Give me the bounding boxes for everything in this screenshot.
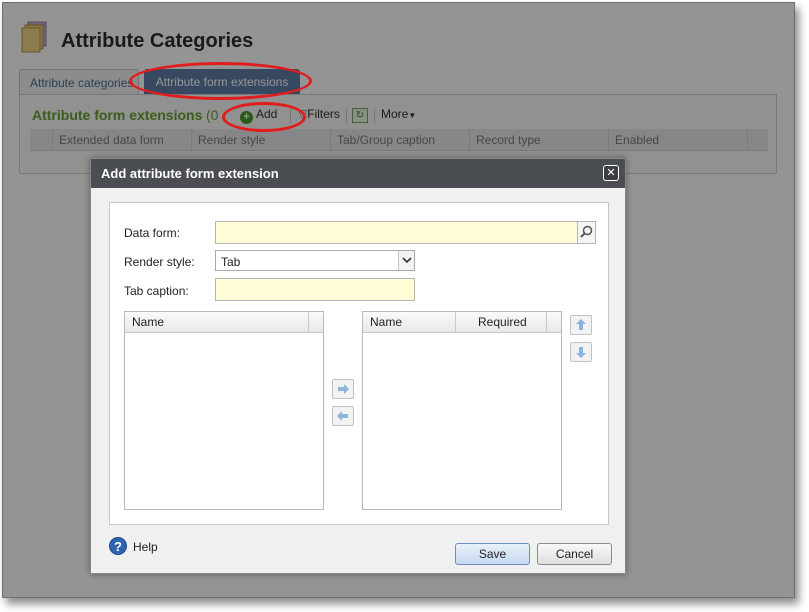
help-link[interactable]: Help bbox=[133, 540, 158, 554]
cancel-button[interactable]: Cancel bbox=[537, 543, 612, 565]
annotation-highlight-add bbox=[222, 102, 306, 132]
arrow-up-icon bbox=[576, 319, 586, 330]
render-style-label: Render style: bbox=[124, 255, 195, 269]
list-header: Name Required bbox=[363, 312, 561, 333]
column-divider bbox=[455, 312, 456, 333]
move-right-button[interactable] bbox=[332, 379, 354, 399]
column-divider bbox=[546, 312, 547, 333]
dialog-titlebar: Add attribute form extension ✕ bbox=[91, 159, 625, 188]
screenshot-frame: Attribute Categories Attribute categorie… bbox=[2, 2, 795, 598]
data-form-input[interactable] bbox=[215, 221, 578, 244]
required-column-header[interactable]: Required bbox=[471, 312, 527, 333]
help-icon[interactable]: ? bbox=[109, 537, 127, 555]
close-icon[interactable]: ✕ bbox=[603, 165, 619, 181]
arrow-left-icon bbox=[337, 411, 348, 421]
dialog-form: Data form: Render style: Tab Tab caption… bbox=[109, 202, 609, 525]
data-form-label: Data form: bbox=[124, 226, 181, 240]
arrow-right-icon bbox=[338, 384, 349, 394]
selected-fields-list[interactable]: Name Required bbox=[362, 311, 562, 510]
move-up-button[interactable] bbox=[570, 315, 592, 335]
annotation-highlight-tab bbox=[129, 62, 312, 100]
list-header: Name bbox=[125, 312, 323, 333]
move-left-button[interactable] bbox=[332, 406, 354, 426]
tab-caption-label: Tab caption: bbox=[124, 284, 189, 298]
chevron-down-icon[interactable] bbox=[398, 251, 414, 270]
available-fields-list[interactable]: Name bbox=[124, 311, 324, 510]
render-style-value: Tab bbox=[221, 255, 241, 269]
render-style-select[interactable]: Tab bbox=[215, 250, 415, 271]
arrow-down-icon bbox=[576, 347, 586, 358]
add-extension-dialog: Add attribute form extension ✕ Data form… bbox=[90, 158, 626, 574]
tab-caption-input[interactable] bbox=[215, 278, 415, 301]
search-icon[interactable] bbox=[577, 221, 596, 244]
name-column-header[interactable]: Name bbox=[125, 312, 164, 333]
column-divider bbox=[308, 312, 309, 333]
name-column-header[interactable]: Name bbox=[363, 312, 402, 333]
dialog-title: Add attribute form extension bbox=[101, 166, 279, 181]
save-button[interactable]: Save bbox=[455, 543, 530, 565]
move-down-button[interactable] bbox=[570, 342, 592, 362]
